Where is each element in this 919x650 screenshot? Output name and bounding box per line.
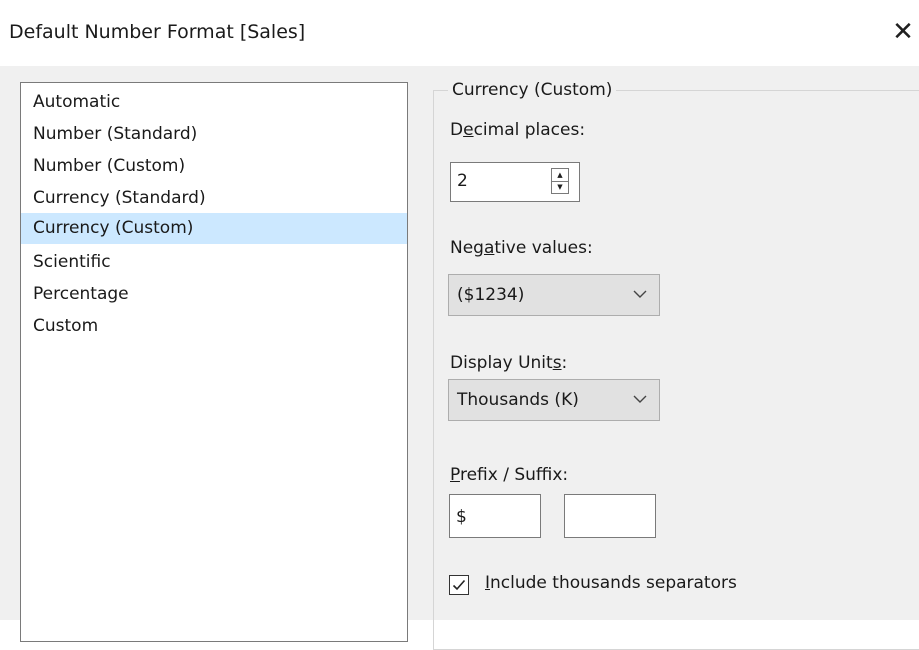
prefix-value: $ [456,507,467,527]
list-item-scientific[interactable]: Scientific [21,247,407,278]
dialog-client-area: Automatic Number (Standard) Number (Cust… [0,66,919,650]
chevron-down-icon [633,290,647,298]
dialog-title: Default Number Format [Sales] [9,21,306,43]
negative-values-dropdown[interactable]: ($1234) [448,274,660,316]
close-icon[interactable]: ✕ [890,18,916,46]
spin-down-icon[interactable]: ▼ [552,181,568,193]
chevron-down-icon [633,395,647,403]
prefix-suffix-label: Prefix / Suffix: [450,465,569,485]
display-units-label: Display Units: [450,353,568,373]
prefix-input[interactable]: $ [449,494,541,538]
list-item-automatic[interactable]: Automatic [21,87,407,118]
format-type-list[interactable]: Automatic Number (Standard) Number (Cust… [20,82,408,642]
negative-values-label: Negative values: [450,238,593,258]
list-item-currency-custom[interactable]: Currency (Custom) [21,213,407,244]
number-format-dialog: Default Number Format [Sales] ✕ Automati… [0,0,919,650]
decimal-places-value[interactable]: 2 [457,171,468,191]
spin-buttons: ▲ ▼ [551,168,569,194]
list-item-number-standard[interactable]: Number (Standard) [21,119,407,150]
list-item-currency-standard[interactable]: Currency (Standard) [21,183,407,214]
suffix-input[interactable] [564,494,656,538]
negative-values-selected: ($1234) [457,285,525,305]
thousands-separators-checkbox[interactable] [449,575,469,595]
list-item-number-custom[interactable]: Number (Custom) [21,151,407,182]
decimal-places-stepper[interactable]: 2 ▲ ▼ [450,162,580,202]
options-group-title: Currency (Custom) [448,80,617,100]
checkmark-icon [452,579,466,591]
list-item-custom[interactable]: Custom [21,311,407,342]
display-units-selected: Thousands (K) [457,390,579,410]
thousands-separators-label[interactable]: Include thousands separators [485,573,737,593]
decimal-places-label: Decimal places: [450,120,586,140]
display-units-dropdown[interactable]: Thousands (K) [448,379,660,421]
title-bar: Default Number Format [Sales] ✕ [0,0,919,66]
list-item-percentage[interactable]: Percentage [21,279,407,310]
